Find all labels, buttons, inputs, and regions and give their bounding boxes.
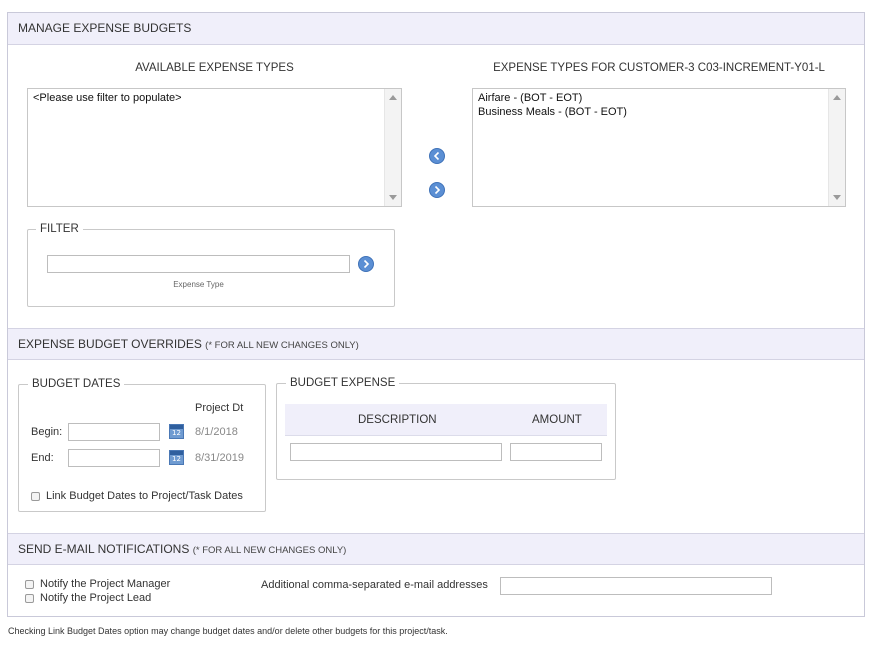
filter-group: FILTER Expense Type [27, 222, 395, 307]
page-title: MANAGE EXPENSE BUDGETS [18, 21, 192, 35]
scroll-down-icon[interactable] [389, 195, 397, 200]
project-dt-header: Project Dt [195, 402, 244, 414]
additional-emails-label: Additional comma-separated e-mail addres… [261, 579, 488, 591]
list-item[interactable]: Airfare - (BOT - EOT) [478, 91, 840, 105]
section-header-overrides: EXPENSE BUDGET OVERRIDES (* FOR ALL NEW … [8, 328, 864, 360]
expense-type-filter-input[interactable] [47, 255, 350, 273]
move-right-button[interactable] [429, 182, 445, 198]
scroll-down-icon[interactable] [833, 195, 841, 200]
move-left-button[interactable] [429, 148, 445, 164]
notify-lead-checkbox[interactable] [25, 594, 34, 603]
chevron-right-icon [434, 185, 441, 195]
begin-date-input[interactable] [68, 423, 160, 441]
overrides-note: (* FOR ALL NEW CHANGES ONLY) [205, 340, 359, 351]
end-calendar-button[interactable]: 12 [169, 450, 184, 465]
scroll-up-icon[interactable] [389, 95, 397, 100]
budget-expense-group: BUDGET EXPENSE DESCRIPTION AMOUNT [276, 376, 616, 480]
chevron-right-icon [363, 259, 370, 269]
notifications-title: SEND E-MAIL NOTIFICATIONS [18, 542, 190, 556]
description-input[interactable] [290, 443, 502, 461]
budget-dates-legend: BUDGET DATES [28, 377, 125, 391]
list-item[interactable]: Business Meals - (BOT - EOT) [478, 105, 840, 119]
amount-input[interactable] [510, 443, 602, 461]
notify-pm-checkbox[interactable] [25, 580, 34, 589]
list-item[interactable]: <Please use filter to populate> [33, 91, 396, 105]
selected-types-title: EXPENSE TYPES FOR CUSTOMER-3 C03-INCREME… [493, 62, 825, 74]
scrollbar[interactable] [828, 89, 845, 206]
scroll-up-icon[interactable] [833, 95, 841, 100]
budget-expense-legend: BUDGET EXPENSE [286, 376, 400, 390]
chevron-left-icon [433, 151, 440, 161]
link-dates-checkbox[interactable] [31, 492, 40, 501]
scrollbar[interactable] [384, 89, 401, 206]
available-types-title: AVAILABLE EXPENSE TYPES [135, 62, 294, 74]
end-date-input[interactable] [68, 449, 160, 467]
budget-dates-group: BUDGET DATES Project Dt Begin: 12 8/1/20… [18, 377, 266, 512]
end-project-date: 8/31/2019 [195, 452, 244, 464]
calendar-day: 12 [172, 455, 181, 463]
begin-calendar-button[interactable]: 12 [169, 424, 184, 439]
budget-expense-header: DESCRIPTION AMOUNT [285, 404, 607, 436]
calendar-day: 12 [172, 429, 181, 437]
description-column-header: DESCRIPTION [358, 414, 437, 426]
overrides-title: EXPENSE BUDGET OVERRIDES [18, 337, 202, 351]
section-header-notifications: SEND E-MAIL NOTIFICATIONS (* FOR ALL NEW… [8, 533, 864, 565]
link-dates-label[interactable]: Link Budget Dates to Project/Task Dates [46, 490, 243, 502]
begin-label: Begin: [31, 426, 63, 438]
selected-types-list[interactable]: Airfare - (BOT - EOT) Business Meals - (… [472, 88, 846, 207]
section-header-manage: MANAGE EXPENSE BUDGETS [8, 13, 864, 45]
filter-caption: Expense Type [173, 280, 224, 289]
manage-budgets-panel: MANAGE EXPENSE BUDGETS AVAILABLE EXPENSE… [7, 12, 865, 617]
notify-lead-label[interactable]: Notify the Project Lead [40, 592, 151, 604]
end-label: End: [31, 452, 54, 464]
footnote: Checking Link Budget Dates option may ch… [8, 626, 448, 636]
amount-column-header: AMOUNT [532, 414, 582, 426]
filter-legend: FILTER [36, 222, 83, 236]
additional-emails-input[interactable] [500, 577, 772, 595]
available-types-list[interactable]: <Please use filter to populate> [27, 88, 402, 207]
apply-filter-button[interactable] [358, 256, 374, 272]
notifications-note: (* FOR ALL NEW CHANGES ONLY) [192, 545, 347, 556]
notify-pm-label[interactable]: Notify the Project Manager [40, 578, 170, 590]
begin-project-date: 8/1/2018 [195, 426, 238, 438]
